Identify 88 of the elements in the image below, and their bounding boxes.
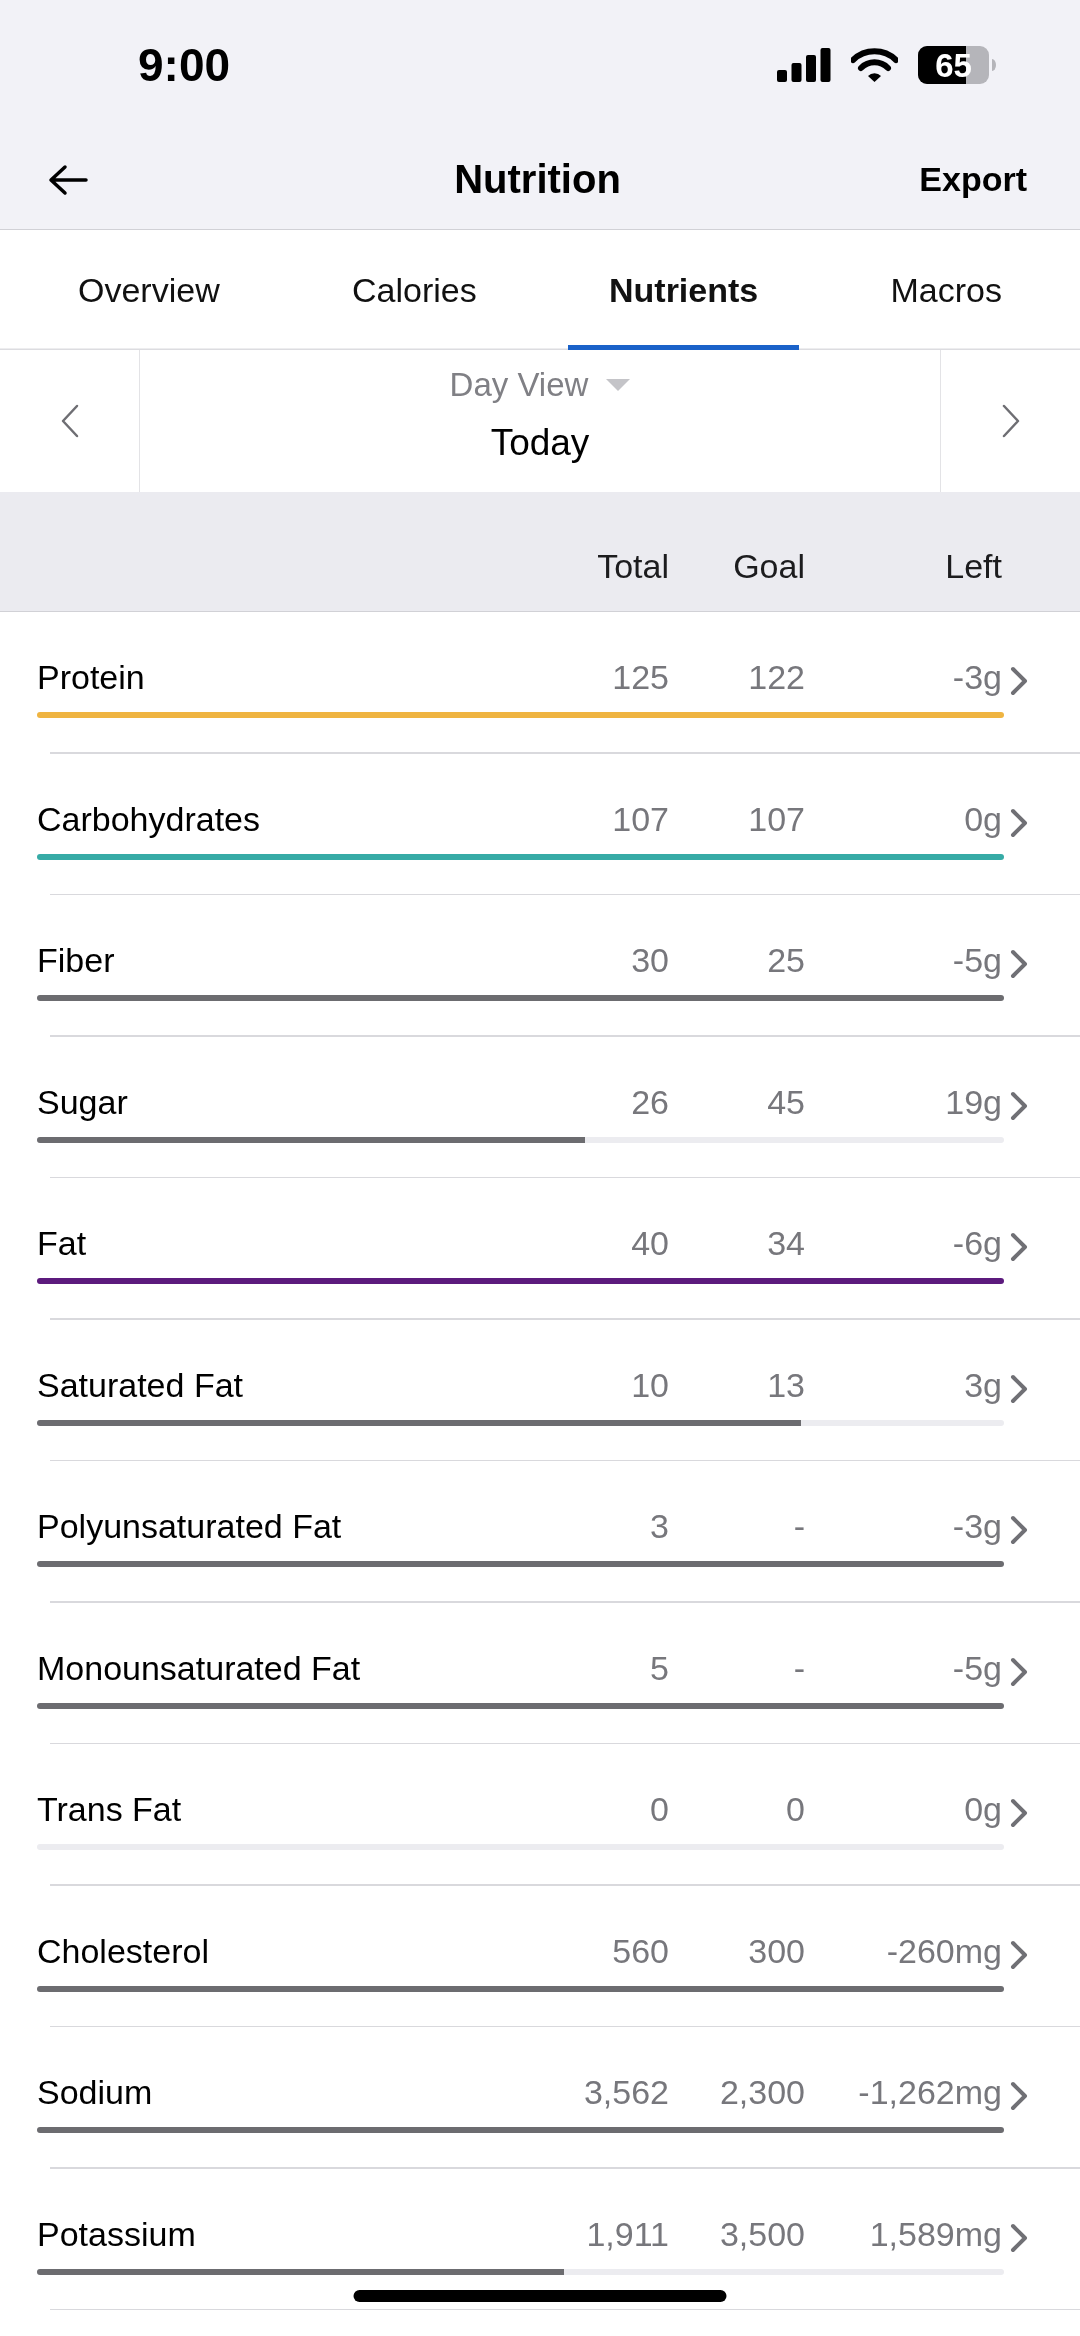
total-value: 40 [630, 1223, 669, 1263]
nutrient-row[interactable]: Fat 40 34 -6g [0, 1178, 1080, 1320]
left-value: -3g [951, 657, 1002, 697]
nutrient-row[interactable]: Polyunsaturated Fat 3 - -3g [0, 1461, 1080, 1603]
left-value: 3g [963, 1364, 1002, 1405]
chevron-right-icon [1010, 1373, 1028, 1404]
left-value: 0g [963, 1789, 1002, 1829]
signal-icon [777, 48, 831, 82]
chevron-right-icon [1010, 2081, 1028, 2111]
goal-value: 3,500 [718, 2213, 805, 2254]
total-value: 125 [611, 657, 669, 697]
nutrient-row[interactable]: Carbohydrates 107 107 0g [0, 753, 1080, 895]
left-value: -1,262mg [857, 2072, 1002, 2112]
nutrient-row[interactable]: Saturated Fat 10 13 3g [0, 1319, 1080, 1461]
total-value: 107 [611, 798, 669, 839]
nutrient-row[interactable]: Fiber 30 25 -5g [0, 895, 1080, 1037]
goal-value: 25 [766, 940, 805, 980]
chevron-right-icon [1010, 807, 1028, 838]
goal-value: 2,300 [718, 2072, 805, 2112]
date-label: Today [490, 421, 590, 465]
day-view-dropdown[interactable]: Day View [449, 365, 631, 405]
chevron-right-icon [1010, 666, 1028, 696]
caret-icon [606, 379, 631, 391]
goal-value: - [792, 1506, 805, 1546]
nutrient-row[interactable]: Cholesterol 560 300 -260mg [0, 1885, 1080, 2027]
left-value: -5g [951, 940, 1002, 980]
chevron-right-icon [1010, 949, 1028, 979]
nutrient-name: Cholesterol [37, 1930, 210, 1971]
nutrient-row[interactable]: Monounsaturated Fat 5 - -5g [0, 1602, 1080, 1744]
nutrient-row[interactable]: Trans Fat 0 0 0g [0, 1744, 1080, 1886]
nutrient-name: Protein [37, 657, 146, 697]
nutrient-name: Monounsaturated Fat [37, 1647, 362, 1688]
tab[interactable]: Calories [311, 230, 518, 350]
left-value: 19g [944, 1081, 1002, 1122]
nutrient-name: Saturated Fat [37, 1364, 244, 1405]
chevron-right-icon [1010, 1515, 1028, 1545]
chevron-right-icon [1010, 2222, 1028, 2253]
left-value: -260mg [885, 1930, 1002, 1971]
goal-value: - [792, 1647, 805, 1688]
goal-value: 13 [766, 1364, 805, 1405]
nutrient-name: Fat [37, 1223, 88, 1263]
nutrient-name: Fiber [37, 940, 116, 980]
left-value: -3g [951, 1506, 1002, 1546]
column-header: Goal [732, 546, 805, 586]
left-value: -5g [951, 1647, 1002, 1688]
column-header: Total [596, 546, 669, 586]
nutrient-name: Sodium [37, 2072, 154, 2112]
status-time: 9:00 [138, 42, 231, 88]
nutrient-name: Sugar [37, 1081, 129, 1122]
nutrient-row[interactable]: Protein 125 122 -3g [0, 612, 1080, 754]
total-value: 3 [649, 1506, 669, 1546]
left-value: 0g [963, 798, 1002, 839]
nutrient-name: Polyunsaturated Fat [37, 1506, 343, 1546]
total-value: 26 [630, 1081, 669, 1122]
wifi-icon [851, 48, 898, 82]
goal-value: 34 [766, 1223, 805, 1263]
goal-value: 45 [766, 1081, 805, 1122]
chevron-right-icon [1001, 404, 1020, 438]
goal-value: 107 [747, 798, 805, 839]
chevron-right-icon [1010, 1090, 1028, 1121]
total-value: 0 [649, 1789, 669, 1829]
total-value: 30 [630, 940, 669, 980]
nutrient-name: Carbohydrates [37, 798, 261, 839]
back-arrow-icon[interactable] [48, 163, 88, 196]
tab[interactable]: Overview [37, 230, 261, 350]
export-button[interactable]: Export [919, 160, 1027, 199]
total-value: 3,562 [582, 2072, 669, 2112]
chevron-right-icon [1010, 1232, 1028, 1262]
nutrient-row[interactable]: Sugar 26 45 19g [0, 1036, 1080, 1178]
left-value: -6g [951, 1223, 1002, 1263]
total-value: 560 [611, 1930, 669, 1971]
chevron-left-icon [60, 404, 79, 438]
chevron-right-icon [1010, 1656, 1028, 1687]
chevron-right-icon [1010, 1798, 1028, 1828]
column-header: Left [944, 546, 1002, 586]
left-value: 1,589mg [868, 2213, 1002, 2254]
nutrient-name: Trans Fat [37, 1789, 183, 1829]
total-value: 10 [630, 1364, 669, 1405]
total-value: 1,911 [585, 2213, 669, 2254]
nutrient-row[interactable]: Sodium 3,562 2,300 -1,262mg [0, 2027, 1080, 2169]
total-value: 5 [649, 1647, 669, 1688]
chevron-right-icon [1010, 1939, 1028, 1970]
tab[interactable]: Macros [849, 230, 1043, 350]
goal-value: 122 [747, 657, 805, 697]
goal-value: 300 [747, 1930, 805, 1971]
screen-title: Nutrition [454, 157, 621, 202]
nutrient-name: Potassium [37, 2213, 197, 2254]
goal-value: 0 [785, 1789, 805, 1829]
